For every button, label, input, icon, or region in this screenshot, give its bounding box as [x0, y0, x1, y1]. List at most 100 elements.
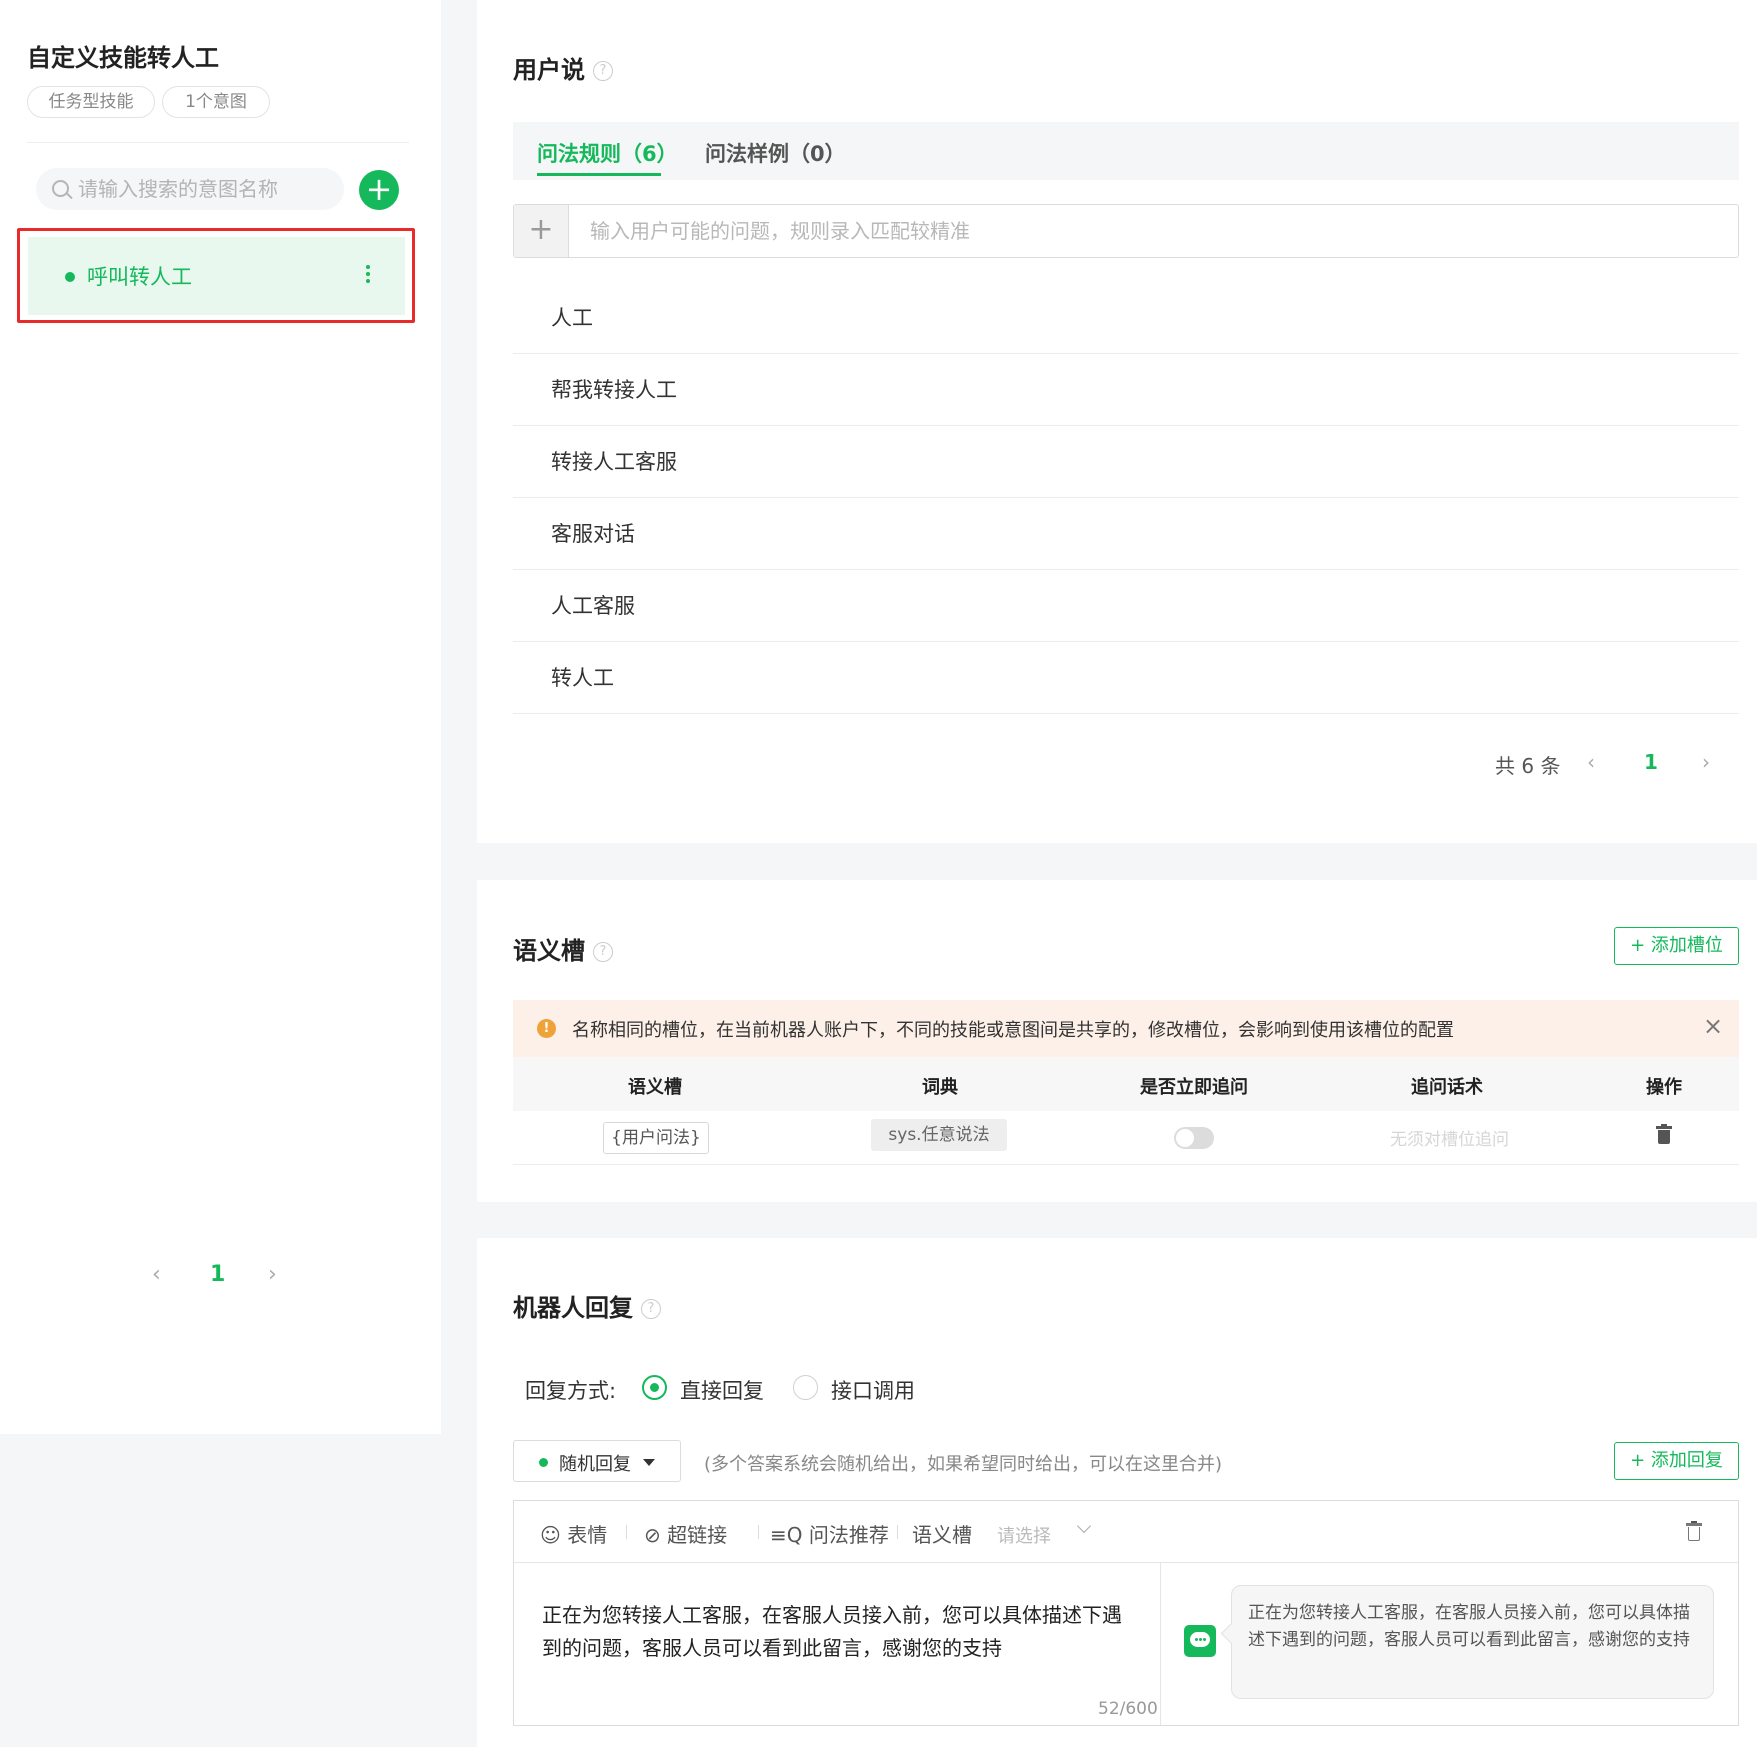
toolbar-separator	[626, 1525, 627, 1539]
user-says-panel: 用户说? 问法规则（6） 问法样例（0） + 人工 帮我转接人工 转接人工客服 …	[477, 0, 1757, 843]
slot-table-header: 语义槽 词典 是否立即追问 追问话术 操作	[513, 1057, 1739, 1111]
toolbar-separator	[758, 1525, 759, 1539]
add-rule-button[interactable]: +	[514, 205, 569, 257]
editor-toolbar: ☺ 表情 ⊘ 超链接 ≡Q 问法推荐 语义槽 请选择	[514, 1501, 1738, 1563]
slot-warning-bar: ! 名称相同的槽位，在当前机器人账户下，不同的技能或意图间是共享的，修改槽位，会…	[513, 1000, 1739, 1057]
help-icon[interactable]: ?	[593, 61, 613, 81]
active-tab-indicator	[537, 173, 661, 176]
add-reply-button[interactable]: + 添加回复	[1614, 1442, 1739, 1480]
reply-preview: 正在为您转接人工客服，在客服人员接入前，您可以具体描述下遇到的问题，客服人员可以…	[1231, 1585, 1714, 1699]
link-icon: ⊘	[644, 1523, 661, 1547]
slot-table: 语义槽 词典 是否立即追问 追问话术 操作 {用户问法} sys.任意说法 无须…	[513, 1057, 1739, 1165]
column-header-actions: 操作	[1646, 1077, 1682, 1098]
radio-api-call[interactable]	[793, 1375, 818, 1400]
warning-icon: !	[537, 1019, 556, 1038]
rule-row[interactable]: 转人工	[513, 642, 1739, 714]
column-header-slot: 语义槽	[628, 1077, 682, 1098]
tab-rules[interactable]: 问法规则（6）	[537, 138, 678, 168]
radio-direct-reply[interactable]	[642, 1375, 667, 1400]
intent-item-label: 呼叫转人工	[87, 265, 192, 289]
recommend-label: 问法推荐	[808, 1523, 889, 1547]
rule-pager-next[interactable]: ›	[1702, 750, 1710, 774]
help-icon[interactable]: ?	[641, 1299, 661, 1319]
slot-insert-label: 语义槽	[912, 1523, 972, 1547]
hyperlink-label: 超链接	[667, 1523, 728, 1547]
reply-text-input[interactable]: 正在为您转接人工客服，在客服人员接入前，您可以具体描述下遇到的问题，客服人员可以…	[542, 1599, 1122, 1665]
rule-row[interactable]: 客服对话	[513, 498, 1739, 570]
plus-icon: +	[365, 170, 393, 208]
hyperlink-button[interactable]: ⊘ 超链接	[644, 1519, 727, 1548]
intent-sidebar: 自定义技能转人工 任务型技能 1个意图 + 呼叫转人工 ‹ 1 ›	[0, 0, 441, 1434]
more-vertical-icon[interactable]	[363, 262, 373, 292]
column-header-ask-immediately: 是否立即追问	[1140, 1077, 1248, 1098]
rule-input-box: +	[513, 204, 1739, 258]
rule-tabs: 问法规则（6） 问法样例（0）	[513, 122, 1739, 180]
rule-list: 人工 帮我转接人工 转接人工客服 客服对话 人工客服 转人工	[513, 282, 1739, 714]
intent-item[interactable]: 呼叫转人工	[28, 237, 405, 315]
search-icon	[52, 180, 69, 197]
column-header-dict: 词典	[922, 1077, 958, 1098]
skill-type-tag: 任务型技能	[27, 86, 155, 118]
intent-status-dot	[65, 272, 75, 282]
slot-dictionary[interactable]: sys.任意说法	[871, 1119, 1007, 1151]
recommend-button[interactable]: ≡Q 问法推荐	[770, 1519, 889, 1548]
table-row: {用户问法} sys.任意说法 无须对槽位追问	[513, 1111, 1739, 1165]
rule-total-count: 共 6 条	[1495, 754, 1561, 778]
pager-prev-button[interactable]: ‹	[152, 1262, 161, 1287]
trash-icon[interactable]	[1686, 1521, 1702, 1541]
reply-panel: 机器人回复? 回复方式: 直接回复 接口调用 随机回复 (多个答案系统会随机给出…	[477, 1238, 1757, 1747]
emoji-label: 表情	[567, 1523, 608, 1547]
reply-hint: (多个答案系统会随机给出，如果希望同时给出，可以在这里合并)	[704, 1454, 1223, 1475]
slot-insert-select[interactable]: 请选择	[997, 1522, 1051, 1548]
rule-row[interactable]: 转接人工客服	[513, 426, 1739, 498]
radio-direct-reply-label[interactable]: 直接回复	[680, 1375, 764, 1405]
reply-mode-label: 回复方式:	[525, 1379, 617, 1403]
divider	[1160, 1563, 1161, 1725]
divider	[27, 142, 409, 143]
warning-text: 名称相同的槽位，在当前机器人账户下，不同的技能或意图间是共享的，修改槽位，会影响…	[572, 1020, 1454, 1041]
pager-next-button[interactable]: ›	[268, 1262, 277, 1287]
reply-type-select[interactable]: 随机回复	[513, 1440, 681, 1482]
toolbar-separator	[897, 1525, 898, 1539]
user-says-title: 用户说	[513, 56, 585, 84]
ask-immediately-toggle[interactable]	[1174, 1127, 1214, 1149]
emoji-button[interactable]: ☺ 表情	[540, 1519, 607, 1548]
help-icon[interactable]: ?	[593, 942, 613, 962]
skill-title: 自定义技能转人工	[27, 44, 219, 72]
reply-title: 机器人回复	[513, 1294, 633, 1322]
reply-editor: ☺ 表情 ⊘ 超链接 ≡Q 问法推荐 语义槽 请选择 正在为您转接人工客服，在客…	[513, 1500, 1739, 1726]
rule-pager-prev[interactable]: ‹	[1587, 750, 1595, 774]
intent-search-input[interactable]	[78, 168, 338, 210]
tab-examples[interactable]: 问法样例（0）	[705, 138, 846, 168]
add-intent-button[interactable]: +	[359, 170, 399, 210]
add-slot-button[interactable]: + 添加槽位	[1614, 927, 1739, 965]
chevron-down-icon[interactable]	[1076, 1518, 1092, 1534]
intent-search	[36, 168, 344, 210]
pager-page-1[interactable]: 1	[210, 1262, 225, 1287]
slots-title: 语义槽	[513, 937, 585, 965]
rule-pager-page-1[interactable]: 1	[1644, 750, 1658, 774]
caret-down-icon	[643, 1459, 655, 1466]
ask-text[interactable]: 无须对槽位追问	[1390, 1125, 1509, 1150]
rule-row[interactable]: 人工	[513, 282, 1739, 354]
section-title-user-says: 用户说?	[513, 50, 613, 85]
rule-input[interactable]	[590, 205, 1710, 257]
column-header-ask-text: 追问话术	[1411, 1077, 1483, 1098]
char-count: 52/600	[1098, 1699, 1158, 1719]
slot-panel: 语义槽? + 添加槽位 ! 名称相同的槽位，在当前机器人账户下，不同的技能或意图…	[477, 880, 1757, 1202]
reply-type-value: 随机回复	[559, 1454, 631, 1475]
section-title-slots: 语义槽?	[513, 931, 613, 966]
intent-count-tag: 1个意图	[162, 86, 270, 118]
chat-bubble-icon	[1184, 1625, 1216, 1657]
close-icon[interactable]: ×	[1703, 1012, 1723, 1040]
intent-highlight-box: 呼叫转人工	[17, 228, 415, 323]
rule-row[interactable]: 帮我转接人工	[513, 354, 1739, 426]
radio-api-call-label[interactable]: 接口调用	[831, 1375, 915, 1405]
rule-row[interactable]: 人工客服	[513, 570, 1739, 642]
trash-icon[interactable]	[1656, 1124, 1672, 1144]
status-dot	[539, 1458, 548, 1467]
slot-name[interactable]: {用户问法}	[603, 1122, 709, 1154]
section-title-reply: 机器人回复?	[513, 1288, 661, 1323]
search-list-icon: ≡Q	[770, 1523, 803, 1547]
smile-icon: ☺	[540, 1523, 561, 1547]
